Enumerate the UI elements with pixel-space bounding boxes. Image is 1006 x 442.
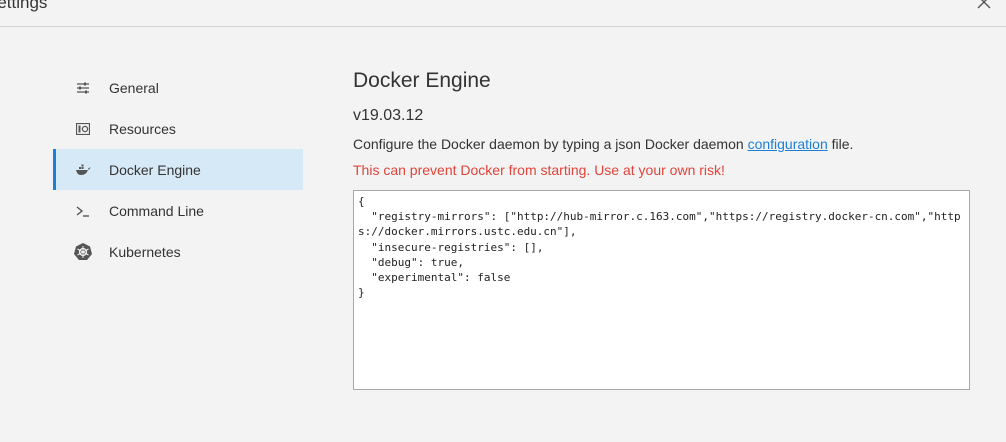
- resources-icon: [73, 119, 93, 139]
- sidebar-item-label: Resources: [109, 120, 176, 137]
- close-icon[interactable]: [976, 0, 992, 10]
- sidebar-item-label: General: [109, 79, 159, 96]
- sidebar-item-kubernetes[interactable]: Kubernetes: [53, 231, 303, 272]
- daemon-config-editor[interactable]: { "registry-mirrors": ["http://hub-mirro…: [353, 190, 970, 390]
- docker-engine-panel: Docker Engine v19.03.12 Configure the Do…: [353, 66, 973, 180]
- description-prefix: Configure the Docker daemon by typing a …: [353, 136, 748, 152]
- warning-text: This can prevent Docker from starting. U…: [353, 162, 725, 178]
- page-title: Docker Engine: [353, 69, 491, 92]
- description: Configure the Docker daemon by typing a …: [353, 134, 973, 154]
- window-title: Settings: [0, 0, 48, 12]
- title-bar: Settings: [0, 0, 1006, 27]
- engine-version: v19.03.12: [353, 107, 424, 124]
- sidebar-item-label: Kubernetes: [109, 243, 181, 260]
- configuration-link[interactable]: configuration: [748, 136, 828, 152]
- sidebar-item-label: Docker Engine: [109, 161, 201, 178]
- sliders-icon: [73, 78, 93, 98]
- settings-sidebar: General Resources Docker Engine Command …: [53, 67, 303, 272]
- terminal-icon: [73, 201, 93, 221]
- sidebar-item-docker-engine[interactable]: Docker Engine: [53, 149, 303, 190]
- sidebar-item-resources[interactable]: Resources: [53, 108, 303, 149]
- sidebar-item-general[interactable]: General: [53, 67, 303, 108]
- sidebar-item-command-line[interactable]: Command Line: [53, 190, 303, 231]
- whale-icon: [73, 160, 93, 180]
- description-suffix: file.: [827, 136, 854, 152]
- sidebar-item-label: Command Line: [109, 202, 204, 219]
- kubernetes-icon: [73, 242, 93, 262]
